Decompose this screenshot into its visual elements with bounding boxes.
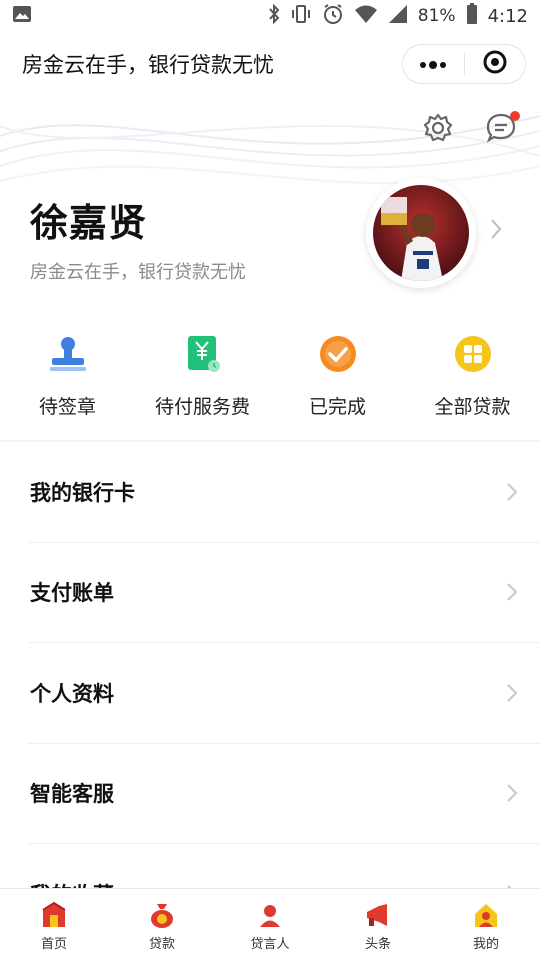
money-bag-icon: [146, 899, 178, 931]
action-label: 已完成: [308, 396, 366, 418]
avatar[interactable]: [366, 178, 476, 288]
tab-spokesperson[interactable]: 贷言人: [216, 889, 324, 960]
tab-label: 首页: [40, 937, 67, 952]
tab-headlines[interactable]: 头条: [324, 889, 432, 960]
action-pending-service-fee[interactable]: 待付服务费: [135, 320, 270, 440]
bluetooth-icon: [268, 3, 280, 29]
tab-label: 贷言人: [250, 937, 290, 952]
bottom-tab-bar: 首页 贷款 贷言人 头条 我的: [0, 888, 540, 960]
signal-icon: [388, 4, 408, 29]
user-name: 徐嘉贤: [30, 201, 148, 245]
messages-button[interactable]: [484, 111, 520, 149]
action-pending-signature[interactable]: 待签章: [0, 320, 135, 440]
gear-icon: [422, 112, 454, 148]
tab-label: 贷款: [148, 937, 175, 952]
grid-apps-icon: [451, 332, 495, 376]
action-label: 待付服务费: [154, 396, 250, 418]
menu-item-label: 我的银行卡: [30, 480, 135, 505]
profile-chevron-right-icon[interactable]: [490, 218, 502, 244]
speaker-icon: [254, 899, 286, 931]
miniprogram-capsule: [402, 44, 526, 84]
menu-item-label: 个人资料: [30, 681, 114, 706]
target-close-icon: [482, 49, 508, 79]
tab-loans[interactable]: 贷款: [108, 889, 216, 960]
image-notification-icon: [12, 5, 32, 28]
status-bar: 81% 4:12: [0, 0, 540, 32]
menu-item-customer-service[interactable]: 智能客服: [28, 744, 540, 844]
action-label: 全部贷款: [434, 396, 511, 418]
chat-bubble-icon: [484, 111, 520, 149]
clock-time: 4:12: [487, 5, 528, 27]
page-title: 房金云在手，银行贷款无忧: [22, 53, 274, 77]
settings-button[interactable]: [420, 112, 456, 148]
menu-list: 我的银行卡 支付账单 个人资料 智能客服 我的收藏: [0, 442, 540, 945]
chevron-right-icon: [506, 683, 518, 707]
avatar-image: [373, 185, 469, 281]
chevron-right-icon: [506, 582, 518, 606]
tab-label: 头条: [364, 937, 391, 952]
check-circle-icon: [316, 332, 360, 376]
menu-item-label: 支付账单: [30, 581, 114, 606]
tab-home[interactable]: 首页: [0, 889, 108, 960]
action-all-loans[interactable]: 全部贷款: [405, 320, 540, 440]
menu-item-payment-bills[interactable]: 支付账单: [28, 543, 540, 643]
megaphone-icon: [362, 899, 394, 931]
battery-icon: [466, 2, 478, 30]
battery-percent: 81%: [417, 6, 456, 26]
vibrate-icon: [290, 4, 312, 29]
menu-item-personal-info[interactable]: 个人资料: [28, 643, 540, 744]
wave-decoration: [0, 115, 540, 185]
quick-actions: 待签章 待付服务费 已完成 全部贷款: [0, 320, 540, 440]
menu-item-bank-cards[interactable]: 我的银行卡: [28, 442, 540, 543]
close-miniprogram-button[interactable]: [465, 45, 526, 83]
more-dots-icon: [418, 55, 448, 74]
action-completed[interactable]: 已完成: [270, 320, 405, 440]
chevron-right-icon: [506, 783, 518, 807]
home-icon: [38, 899, 70, 931]
wifi-icon: [354, 4, 378, 29]
more-menu-button[interactable]: [403, 45, 464, 83]
alarm-icon: [322, 3, 344, 30]
stamp-icon: [46, 332, 90, 376]
action-label: 待签章: [38, 396, 96, 418]
tab-label: 我的: [472, 937, 499, 952]
menu-item-label: 智能客服: [30, 782, 114, 807]
title-bar: 房金云在手，银行贷款无忧: [0, 32, 540, 96]
user-subtitle: 房金云在手，银行贷款无忧: [30, 262, 246, 283]
user-icon: [470, 899, 502, 931]
yuan-receipt-icon: [181, 332, 225, 376]
profile-header: 徐嘉贤 房金云在手，银行贷款无忧: [0, 96, 540, 306]
tab-mine[interactable]: 我的: [432, 889, 540, 960]
chevron-right-icon: [506, 482, 518, 506]
